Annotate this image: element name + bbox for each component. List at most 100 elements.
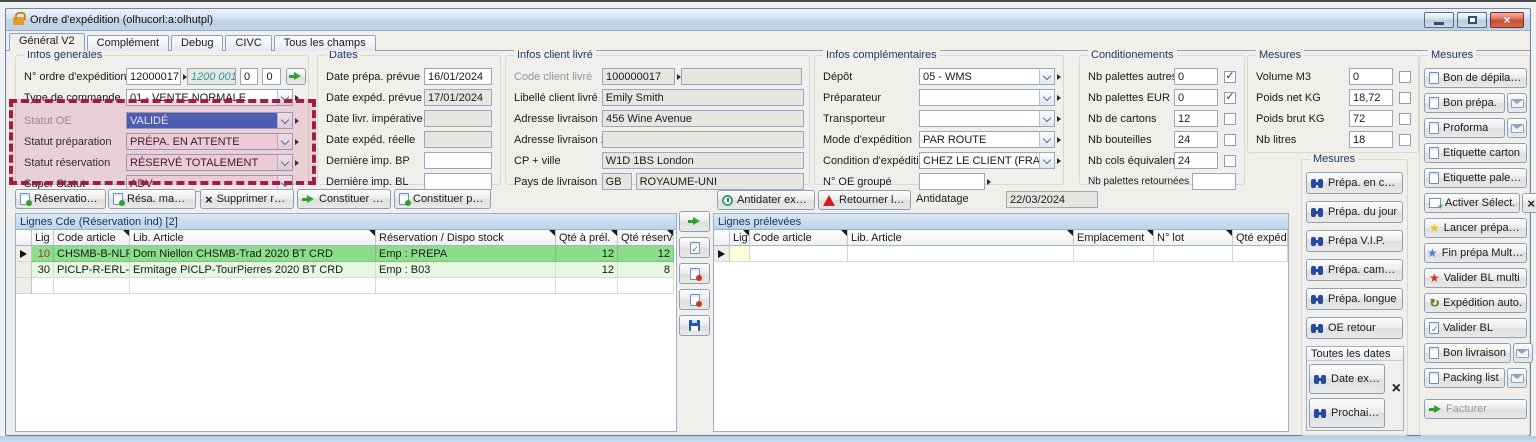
constituer-palette-button[interactable]: Constituer palette	[297, 189, 391, 209]
tab-tous-les-champs[interactable]: Tous les champs	[274, 35, 376, 51]
constituer-pal-auto-button[interactable]: Constituer pal. auto	[394, 189, 491, 209]
cancel-line-button[interactable]	[679, 263, 710, 284]
nb-palettes-eur-field[interactable]: 0	[1174, 89, 1218, 106]
prepa-en-cours-button[interactable]: Prépa. en cours	[1306, 172, 1403, 194]
clear-dates-filter-button[interactable]	[1392, 383, 1401, 394]
depot-combo[interactable]: 05 - WMS	[919, 68, 1055, 85]
type-commande-combo[interactable]: 01 - VENTE NORMALE	[126, 89, 293, 106]
col-code-article[interactable]: Code article	[54, 230, 130, 246]
preparateur-combo[interactable]	[919, 89, 1055, 106]
facturer-button[interactable]: Facturer	[1424, 399, 1527, 419]
statut-oe-combo[interactable]: VALIDÉ	[126, 112, 293, 129]
poids-net-field[interactable]: 18,72	[1349, 89, 1393, 106]
expedition-auto-button[interactable]: Expédition auto.	[1424, 293, 1527, 313]
table-row-empty[interactable]	[714, 246, 1288, 262]
reservation-auto-button[interactable]: Réservation auto	[15, 189, 106, 209]
num-x1-field[interactable]: 0	[240, 68, 259, 85]
etiquette-palette-button[interactable]: Etiquette palette	[1424, 168, 1527, 188]
prepa-du-jour-button[interactable]: Prépa. du jour	[1306, 201, 1403, 223]
cell-lib[interactable]: Ermitage PICLP-TourPierres 2020 BT CRD	[130, 262, 376, 278]
nb-palettes-autres-checkbox[interactable]	[1224, 71, 1236, 83]
valider-bl-multi-button[interactable]: Valider BL multi	[1424, 268, 1527, 288]
nb-bouteilles-field[interactable]: 24	[1174, 131, 1218, 148]
lancer-prepa-v2-button[interactable]: Lancer prépa V2	[1424, 218, 1527, 238]
tab-complement[interactable]: Complément	[87, 35, 169, 51]
close-button[interactable]	[1490, 12, 1524, 28]
oe-retour-button[interactable]: OE retour	[1306, 317, 1403, 339]
proforma-email-button[interactable]	[1507, 118, 1527, 138]
cell-qte-prel[interactable]: 12	[556, 262, 618, 278]
statut-reservation-combo[interactable]: RÉSERVÉ TOTALEMENT	[126, 154, 293, 171]
col-qte-a-prel[interactable]: Qté à prél.	[556, 230, 618, 246]
cell-resa[interactable]: Emp : B03	[376, 262, 556, 278]
nb-palettes-eur-checkbox[interactable]	[1224, 92, 1236, 104]
nb-cartons-field[interactable]: 12	[1174, 110, 1218, 127]
valider-bl-button[interactable]: Valider BL	[1424, 318, 1527, 338]
col-num-lot[interactable]: N° lot	[1154, 230, 1233, 246]
tab-debug[interactable]: Debug	[171, 35, 223, 51]
statut-preparation-combo[interactable]: PRÉPA. EN ATTENTE	[126, 133, 293, 150]
volume-m3-field[interactable]: 0	[1349, 68, 1393, 85]
antidater-exped-button[interactable]: Antidater expéd.	[717, 190, 815, 210]
prepa-longue-button[interactable]: Prépa. longue	[1306, 288, 1403, 310]
packing-list-button[interactable]: Packing list	[1424, 368, 1505, 388]
fin-prepa-multiligne-button[interactable]: Fin prépa Multiligne	[1424, 243, 1527, 263]
volume-m3-checkbox[interactable]	[1399, 71, 1411, 83]
tab-civc[interactable]: CIVC	[225, 35, 271, 51]
resa-manuelle-button[interactable]: Résa. manuelle	[108, 189, 196, 209]
date-prepa-prevue-field[interactable]: 16/01/2024	[424, 68, 492, 85]
cell-lig[interactable]: 30	[32, 262, 54, 278]
retourner-livr-button[interactable]: Retourner livr.	[818, 190, 911, 210]
activer-select-button[interactable]: Activer Sélect.	[1424, 193, 1520, 213]
col-lib-article[interactable]: Lib. Article	[848, 230, 1074, 246]
col-qte-exped[interactable]: Qté expéd.	[1233, 230, 1288, 246]
poids-brut-field[interactable]: 72	[1349, 110, 1393, 127]
col-lib-article[interactable]: Lib. Article	[130, 230, 376, 246]
delete-picked-line-button[interactable]	[679, 289, 710, 310]
cell-lib[interactable]: Dom Niellon CHSMB-Trad 2020 BT CRD	[130, 246, 376, 262]
proforma-button[interactable]: Proforma	[1424, 118, 1505, 138]
cell-code[interactable]: PICLP-R-ERL-20-	[54, 262, 130, 278]
cell-qte-res[interactable]: 12	[618, 246, 674, 262]
date-exp-prevu-button[interactable]: Date exp. prevu	[1309, 364, 1385, 394]
mode-expedition-combo[interactable]: PAR ROUTE	[919, 131, 1055, 148]
cell-qte-res[interactable]: 8	[618, 262, 674, 278]
col-lig[interactable]: Lig	[730, 230, 750, 246]
oe-groupe-field[interactable]	[919, 173, 985, 190]
tab-general-v2[interactable]: Général V2	[9, 33, 85, 51]
minimize-button[interactable]	[1424, 12, 1454, 28]
col-qte-reserve[interactable]: Qté réservé	[618, 230, 674, 246]
transfer-line-button[interactable]	[679, 211, 710, 232]
cell-qte-prel[interactable]: 12	[556, 246, 618, 262]
bon-livraison-email-button[interactable]	[1513, 343, 1533, 363]
nb-cartons-checkbox[interactable]	[1224, 113, 1236, 125]
save-button[interactable]	[679, 315, 710, 336]
antidatage-field[interactable]: 22/03/2024	[1006, 191, 1098, 208]
prepa-vip-button[interactable]: Prépa V.I.P.	[1306, 230, 1403, 252]
nb-litres-checkbox[interactable]	[1399, 134, 1411, 146]
cell-lig[interactable]: 10	[32, 246, 54, 262]
nb-litres-field[interactable]: 18	[1349, 131, 1393, 148]
derniere-imp-bp-field[interactable]	[424, 152, 492, 169]
packing-list-email-button[interactable]	[1507, 368, 1527, 388]
num-x2-field[interactable]: 0	[262, 68, 281, 85]
validate-line-button[interactable]	[679, 237, 710, 258]
nb-palettes-retournees-field[interactable]	[1192, 173, 1236, 190]
prochain-jours-button[interactable]: Prochain jours	[1309, 398, 1385, 428]
nb-cols-equivalents-field[interactable]: 24	[1174, 152, 1218, 169]
nb-palettes-autres-field[interactable]: 0	[1174, 68, 1218, 85]
poids-net-checkbox[interactable]	[1399, 92, 1411, 104]
transporteur-combo[interactable]	[919, 110, 1055, 127]
col-reservation[interactable]: Réservation / Dispo stock	[376, 230, 556, 246]
col-emplacement[interactable]: Emplacement	[1074, 230, 1154, 246]
table-row[interactable]: 10 CHSMB-B-NLF-20 Dom Niellon CHSMB-Trad…	[16, 246, 676, 262]
bon-de-depilage-button[interactable]: Bon de dépilage	[1424, 68, 1527, 88]
num-ordre-field[interactable]: 12000017	[126, 68, 181, 85]
supprimer-resa-button[interactable]: Supprimer résa.	[200, 189, 294, 209]
nb-bouteilles-checkbox[interactable]	[1224, 134, 1236, 146]
cell-resa[interactable]: Emp : PREPA	[376, 246, 556, 262]
bon-livraison-button[interactable]: Bon livraison	[1424, 343, 1511, 363]
nb-cols-equivalents-checkbox[interactable]	[1224, 155, 1236, 167]
close-selection-button[interactable]	[1522, 193, 1536, 213]
restore-button[interactable]	[1457, 12, 1487, 28]
